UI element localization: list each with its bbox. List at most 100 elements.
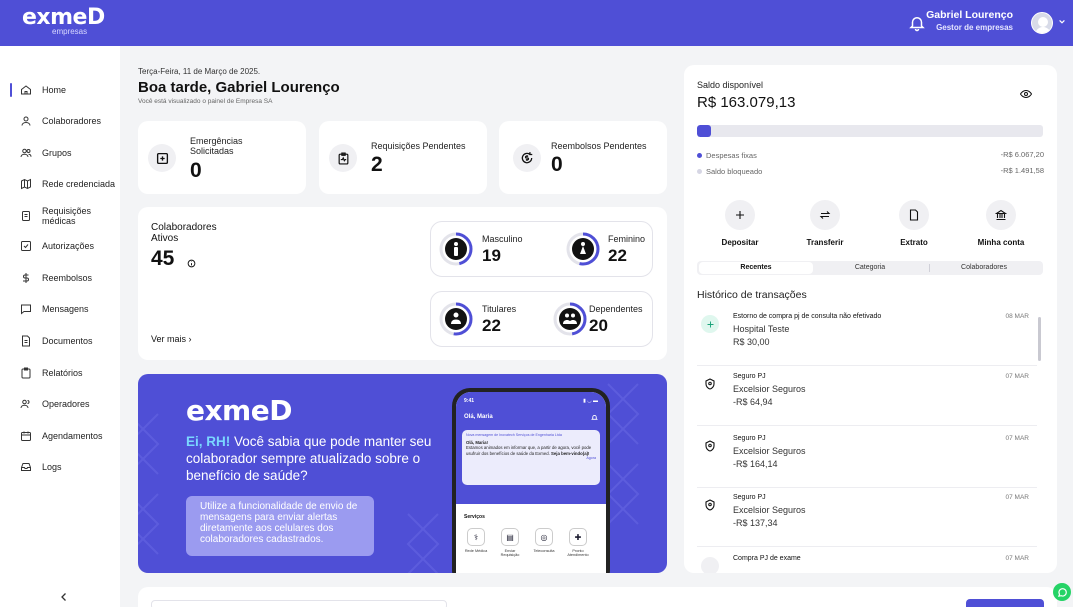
- tab-colaboradores[interactable]: Colaboradores: [927, 262, 1041, 274]
- chevron-down-icon[interactable]: [1058, 18, 1066, 26]
- phone-service-label: Rede Médica: [464, 549, 488, 553]
- collapse-sidebar-icon[interactable]: [59, 592, 69, 602]
- colaboradores-total: 45: [151, 247, 175, 270]
- sidebar-item-reembolsos[interactable]: Reembolsos: [0, 264, 120, 292]
- exmed-logo[interactable]: exmeD empresas: [22, 5, 105, 37]
- bottom-action-button[interactable]: [966, 599, 1044, 607]
- sidebar-item-logs[interactable]: Logs: [0, 453, 120, 481]
- sidebar-item-requisicoes[interactable]: Requisições médicas: [0, 202, 120, 230]
- titulares-label: Titulares: [482, 304, 517, 314]
- scrollbar[interactable]: [1038, 317, 1041, 361]
- requisicoes-label: Requisições Pendentes: [371, 141, 466, 151]
- saldo-panel: Saldo disponível R$ 163.079,13 Despesas …: [684, 65, 1057, 573]
- transferir-button[interactable]: Transferir: [795, 200, 855, 247]
- first-aid-icon: ✚: [569, 528, 587, 546]
- transaction-title: Seguro PJ: [733, 494, 766, 501]
- bottom-card: [138, 587, 1057, 607]
- requisicoes-card[interactable]: Requisições Pendentes 2: [319, 121, 487, 194]
- emergencias-label: Emergências Solicitadas: [190, 136, 243, 156]
- tab-categoria[interactable]: Categoria: [813, 262, 927, 274]
- sidebar-item-mensagens[interactable]: Mensagens: [0, 295, 120, 323]
- phone-service-label: Teleconsulta: [533, 549, 555, 553]
- bottom-tabs[interactable]: [151, 600, 447, 607]
- transaction-date: 08 MAR: [1005, 313, 1029, 320]
- sidebar-item-home[interactable]: Home: [0, 76, 120, 104]
- sidebar-item-label: Home: [42, 85, 67, 95]
- sidebar-item-documentos[interactable]: Documentos: [0, 327, 120, 355]
- refund-icon: [513, 144, 541, 172]
- minha-conta-label: Minha conta: [977, 238, 1025, 247]
- transaction-row[interactable]: Seguro PJ Excelsior Seguros -R$ 137,34 0…: [697, 490, 1037, 547]
- transaction-row[interactable]: Compra PJ de exame 07 MAR: [697, 551, 1037, 573]
- sidebar-item-label: Requisições médicas: [42, 206, 92, 226]
- bloqueado-dot: [697, 169, 702, 174]
- shield-icon: [701, 375, 719, 393]
- sidebar-item-agendamentos[interactable]: Agendamentos: [0, 422, 120, 450]
- saldo-progress-bar: [697, 125, 1043, 137]
- shield-icon: [701, 496, 719, 514]
- ver-mais-label: Ver mais: [151, 334, 187, 344]
- emergencias-card[interactable]: Emergências Solicitadas 0: [138, 121, 306, 194]
- sidebar-item-label: Rede credenciada: [42, 179, 116, 189]
- sidebar-item-label: Grupos: [42, 148, 72, 158]
- dependentes-label: Dependentes: [589, 304, 643, 314]
- promo-banner[interactable]: exmeD Ei, RH! Você sabia que pode manter…: [138, 374, 667, 573]
- banner-headline-highlight: Ei, RH!: [186, 434, 231, 449]
- eye-icon[interactable]: [1020, 88, 1032, 100]
- reembolsos-label: Reembolsos Pendentes: [551, 141, 647, 151]
- transaction-row[interactable]: Seguro PJ Excelsior Seguros -R$ 64,94 07…: [697, 369, 1037, 426]
- banner-logo: exmeD: [186, 394, 292, 427]
- colaboradores-card: Colaboradores Ativos 45 Ver mais › Mascu…: [138, 207, 667, 360]
- transaction-row[interactable]: Estorno de compra pj de consulta não efe…: [697, 309, 1037, 366]
- transaction-name: Hospital Teste: [733, 324, 790, 334]
- phone-service-requisicao: ▤ Enviar Requisição: [498, 528, 522, 558]
- info-icon[interactable]: [187, 259, 196, 268]
- depositar-button[interactable]: Depositar: [710, 200, 770, 247]
- feminino-label: Feminino: [608, 234, 646, 244]
- medical-report-icon: [329, 144, 357, 172]
- extrato-label: Extrato: [900, 238, 928, 247]
- masculino-ring: [439, 232, 473, 266]
- sidebar-item-label: Reembolsos: [42, 273, 93, 283]
- bank-icon: [986, 200, 1016, 230]
- reembolsos-card[interactable]: Reembolsos Pendentes 0: [499, 121, 667, 194]
- message-icon: [21, 304, 31, 315]
- transfer-icon: [810, 200, 840, 230]
- sidebar-item-relatorios[interactable]: Relatórios: [0, 359, 120, 387]
- sidebar-item-rede[interactable]: Rede credenciada: [0, 170, 120, 198]
- minha-conta-button[interactable]: Minha conta: [971, 200, 1031, 247]
- despesas-label: Despesas fixas: [706, 151, 757, 160]
- masculino-value: 19: [482, 246, 501, 265]
- sidebar: Home Colaboradores Grupos Rede credencia…: [0, 46, 120, 607]
- logs-icon: [21, 463, 31, 471]
- shield-icon: [701, 437, 719, 455]
- sidebar-item-colaboradores[interactable]: Colaboradores: [0, 107, 120, 135]
- transaction-date: 07 MAR: [1005, 555, 1029, 562]
- brand-name: exmeD: [22, 5, 105, 30]
- avatar[interactable]: [1031, 12, 1053, 34]
- stethoscope-icon: ⚕: [467, 528, 485, 546]
- saldo-label: Saldo disponível: [697, 80, 764, 90]
- user-info[interactable]: Gabriel Lourenço Gestor de empresas: [926, 9, 1013, 32]
- transaction-date: 07 MAR: [1005, 435, 1029, 442]
- calendar-icon: [21, 431, 31, 441]
- saldo-value: R$ 163.079,13: [697, 94, 796, 111]
- bell-icon[interactable]: [908, 14, 926, 32]
- phone-message-time: Agora: [586, 455, 596, 460]
- transaction-amount: R$ 30,00: [733, 337, 770, 347]
- ver-mais-link[interactable]: Ver mais ›: [151, 334, 192, 344]
- page-title: Boa tarde, Gabriel Lourenço: [138, 79, 340, 96]
- sidebar-item-label: Colaboradores: [42, 116, 102, 126]
- tab-recentes[interactable]: Recentes: [699, 262, 813, 274]
- transaction-title: Estorno de compra pj de consulta não efe…: [733, 313, 882, 320]
- sidebar-item-operadores[interactable]: Operadores: [0, 390, 120, 418]
- gender-pill: Masculino 19 Feminino 22: [430, 221, 653, 277]
- transaction-row[interactable]: Seguro PJ Excelsior Seguros -R$ 164,14 0…: [697, 431, 1037, 488]
- whatsapp-icon[interactable]: [1053, 583, 1071, 601]
- plus-icon: [725, 200, 755, 230]
- despesas-value: -R$ 6.067,20: [1000, 150, 1044, 159]
- sidebar-item-grupos[interactable]: Grupos: [0, 139, 120, 167]
- sidebar-item-label: Relatórios: [42, 368, 83, 378]
- sidebar-item-autorizacoes[interactable]: Autorizações: [0, 232, 120, 260]
- extrato-button[interactable]: Extrato: [884, 200, 944, 247]
